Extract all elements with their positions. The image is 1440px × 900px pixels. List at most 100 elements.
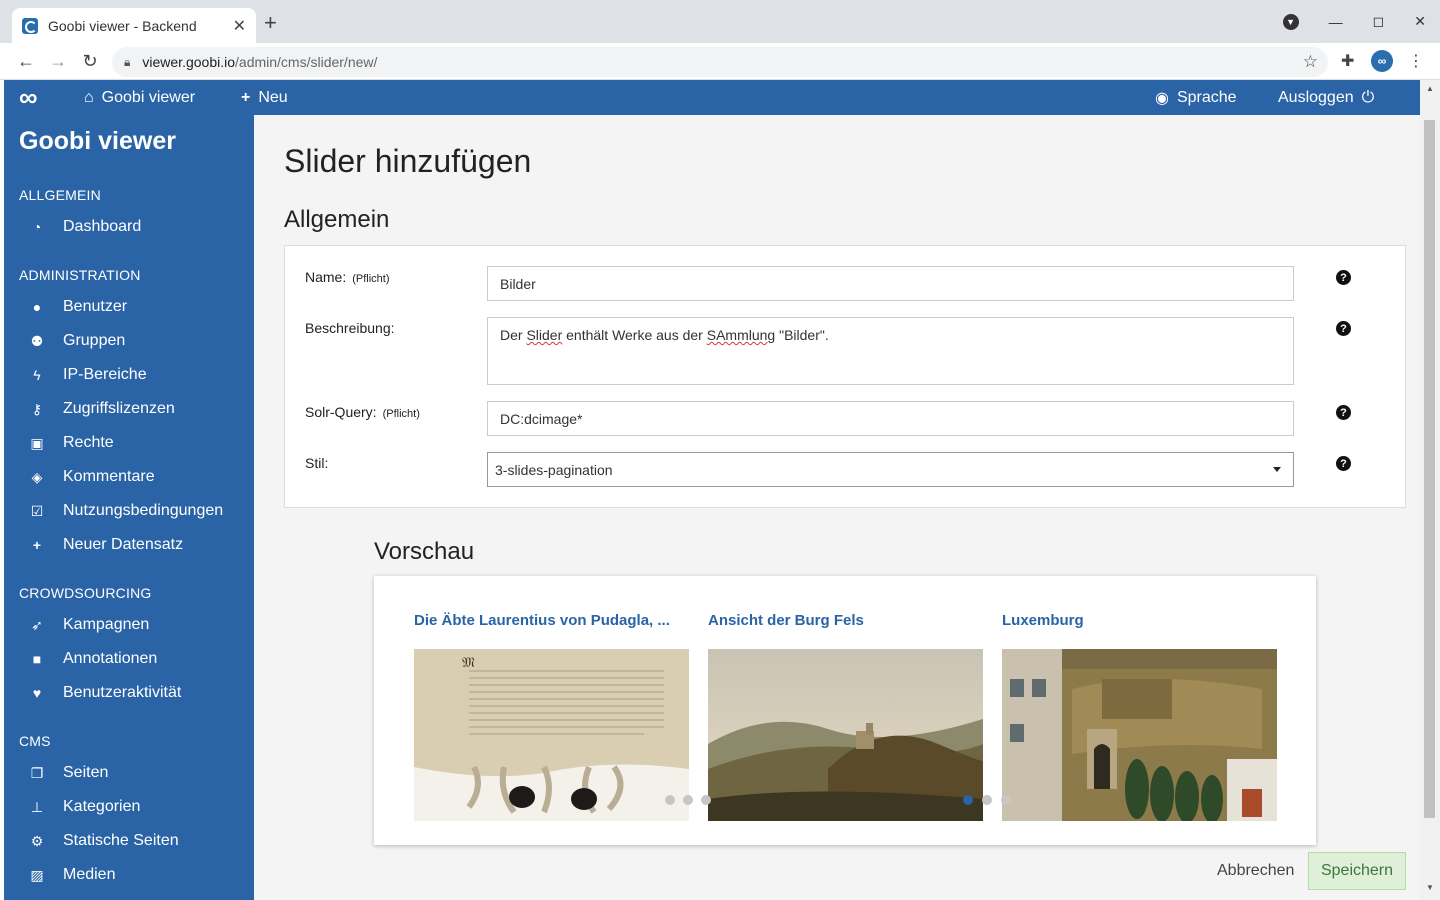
cogs-icon: ⚙: [30, 832, 44, 849]
check-square-icon: ☑: [30, 502, 44, 519]
section-title-general: Allgemein: [284, 206, 390, 233]
sidebar-item-new-record[interactable]: + Neuer Datensatz: [26, 536, 183, 554]
sidebar-item-label: Nutzungsbedingungen: [63, 502, 224, 519]
reload-icon[interactable]: ↻: [78, 49, 102, 73]
lock-icon: 🔒︎: [124, 54, 131, 69]
forward-icon[interactable]: →: [46, 49, 70, 73]
description-value: Der Slider enthält Werke aus der SAmmlun…: [500, 327, 829, 343]
style-select[interactable]: 3-slides-pagination: [487, 452, 1294, 487]
help-icon[interactable]: ?: [1336, 405, 1351, 420]
image-icon: ▨: [30, 866, 44, 883]
sidebar-item-rights[interactable]: ▣ Rechte: [26, 434, 113, 452]
sidebar-item-ip-ranges[interactable]: ϟ IP-Bereiche: [26, 366, 146, 384]
sidebar-item-licenses[interactable]: ⚷ Zugriffslizenzen: [26, 400, 175, 418]
page-scrollbar[interactable]: ▲ ▼: [1420, 80, 1440, 900]
section-administration: ADMINISTRATION: [19, 267, 141, 283]
svg-text:𝔐: 𝔐: [462, 655, 475, 671]
name-label: Name: (Pflicht): [305, 269, 390, 285]
scrollbar-thumb[interactable]: [1424, 120, 1435, 818]
thumbtack-icon: ⊥: [30, 798, 44, 815]
key-icon: ⚷: [31, 400, 43, 417]
help-icon[interactable]: ?: [1336, 270, 1351, 285]
save-button[interactable]: Speichern: [1308, 852, 1406, 890]
language-label: Sprache: [1176, 88, 1237, 106]
lock-icon: ▣: [30, 434, 44, 451]
sticky-note-icon: ■: [32, 651, 42, 667]
pagination-dot[interactable]: [982, 795, 992, 805]
slide-title[interactable]: Die Äbte Laurentius von Pudagla, ...: [414, 612, 670, 629]
description-textarea[interactable]: Der Slider enthält Werke aus der SAmmlun…: [487, 317, 1294, 385]
sidebar-item-label: Kategorien: [63, 798, 141, 815]
slide-image-charter[interactable]: 𝔐: [414, 649, 689, 821]
minimize-icon[interactable]: —: [1329, 14, 1343, 30]
pagination-dot[interactable]: [1001, 795, 1011, 805]
slide-title[interactable]: Luxemburg: [1002, 612, 1084, 629]
sidebar-item-campaigns[interactable]: ➶ Kampagnen: [26, 616, 149, 634]
close-tab-icon[interactable]: ✕: [233, 16, 246, 36]
name-label-text: Name:: [305, 269, 347, 285]
tab-title: Goobi viewer - Backend: [48, 17, 197, 34]
sidebar-item-media[interactable]: ▨ Medien: [26, 866, 115, 884]
browser-tab[interactable]: Goobi viewer - Backend ✕: [12, 8, 256, 43]
sidebar-item-label: Gruppen: [63, 332, 126, 349]
bookmark-star-icon[interactable]: ☆: [1303, 52, 1318, 72]
name-input[interactable]: Bilder: [487, 266, 1294, 301]
sidebar-item-dashboard[interactable]: ◔ Dashboard: [26, 218, 142, 236]
browser-menu-icon[interactable]: ⋮: [1408, 51, 1424, 71]
back-icon[interactable]: ←: [14, 49, 38, 73]
pagination-dot[interactable]: [683, 795, 693, 805]
browser-tab-bar: Goobi viewer - Backend ✕ + ▼ — ◻ ✕: [0, 0, 1440, 43]
goobi-extension-icon[interactable]: ∞: [1371, 50, 1393, 72]
extensions-puzzle-icon[interactable]: ✚: [1341, 51, 1354, 71]
solr-query-label: Solr-Query: (Pflicht): [305, 404, 420, 420]
slide-title[interactable]: Ansicht der Burg Fels: [708, 612, 864, 629]
sidebar-item-label: Dashboard: [63, 218, 142, 235]
sidebar-item-pages[interactable]: ❐ Seiten: [26, 764, 109, 782]
home-link[interactable]: ⌂ Goobi viewer: [84, 80, 195, 115]
sidebar-item-categories[interactable]: ⊥ Kategorien: [26, 798, 141, 816]
tab-search-icon[interactable]: ▼: [1282, 13, 1299, 30]
maximize-icon[interactable]: ◻: [1373, 13, 1385, 30]
window-close-icon[interactable]: ✕: [1414, 13, 1426, 30]
dropdown-caret-icon: [1273, 467, 1281, 472]
pages-icon: ❐: [30, 764, 44, 781]
sidebar-brand[interactable]: Goobi viewer: [19, 127, 176, 156]
sidebar-item-annotations[interactable]: ■ Annotationen: [26, 650, 158, 668]
slider-preview: Die Äbte Laurentius von Pudagla, ... 𝔐 A…: [374, 576, 1316, 845]
users-icon: ⚉: [30, 332, 44, 349]
description-misspelled-word: Slider: [526, 327, 563, 343]
sidebar-item-comments[interactable]: ◈ Kommentare: [26, 468, 155, 486]
slide-image-castle-landscape[interactable]: [708, 649, 983, 821]
sidebar-item-terms[interactable]: ☑ Nutzungsbedingungen: [26, 502, 223, 520]
scroll-up-arrow-icon[interactable]: ▲: [1426, 84, 1434, 93]
help-icon[interactable]: ?: [1336, 321, 1351, 336]
pagination-dot[interactable]: [701, 795, 711, 805]
address-bar[interactable]: 🔒︎ viewer.goobi.io/admin/cms/slider/new/…: [112, 47, 1328, 77]
help-icon[interactable]: ?: [1336, 456, 1351, 471]
sidebar-item-activity[interactable]: ♥ Benutzeraktivität: [26, 684, 181, 702]
new-link[interactable]: + Neu: [241, 80, 288, 115]
pagination-dot[interactable]: [665, 795, 675, 805]
slide-image-luxembourg[interactable]: [1002, 649, 1277, 821]
sidebar-item-groups[interactable]: ⚉ Gruppen: [26, 332, 126, 350]
new-tab-icon[interactable]: +: [264, 12, 277, 34]
sidebar-item-static-pages[interactable]: ⚙ Statische Seiten: [26, 832, 179, 850]
section-crowdsourcing: CROWDSOURCING: [19, 585, 152, 601]
solr-query-input[interactable]: DC:dcimage*: [487, 401, 1294, 436]
dashboard-gauge-icon: ◔: [32, 219, 42, 235]
user-icon: ●: [32, 299, 42, 315]
scroll-down-arrow-icon[interactable]: ▼: [1426, 883, 1434, 892]
pagination-dot-active[interactable]: [963, 795, 973, 805]
heartbeat-icon: ♥: [32, 685, 42, 701]
window-controls: ▼ — ◻ ✕: [1282, 13, 1426, 30]
cancel-button[interactable]: Abbrechen: [1217, 862, 1294, 880]
sidebar-item-label: Medien: [63, 866, 116, 883]
sidebar-item-label: Statische Seiten: [63, 832, 179, 849]
plus-icon: +: [32, 537, 42, 553]
goobi-logo-icon[interactable]: ∞: [19, 80, 37, 115]
language-link[interactable]: ◉ Sprache: [1155, 80, 1237, 115]
sidebar-item-users[interactable]: ● Benutzer: [26, 298, 127, 316]
section-general: ALLGEMEIN: [19, 187, 101, 203]
logout-link[interactable]: Ausloggen ⏻: [1278, 80, 1374, 115]
general-form-panel: Name: (Pflicht) Bilder ? Beschreibung: De…: [284, 245, 1406, 508]
